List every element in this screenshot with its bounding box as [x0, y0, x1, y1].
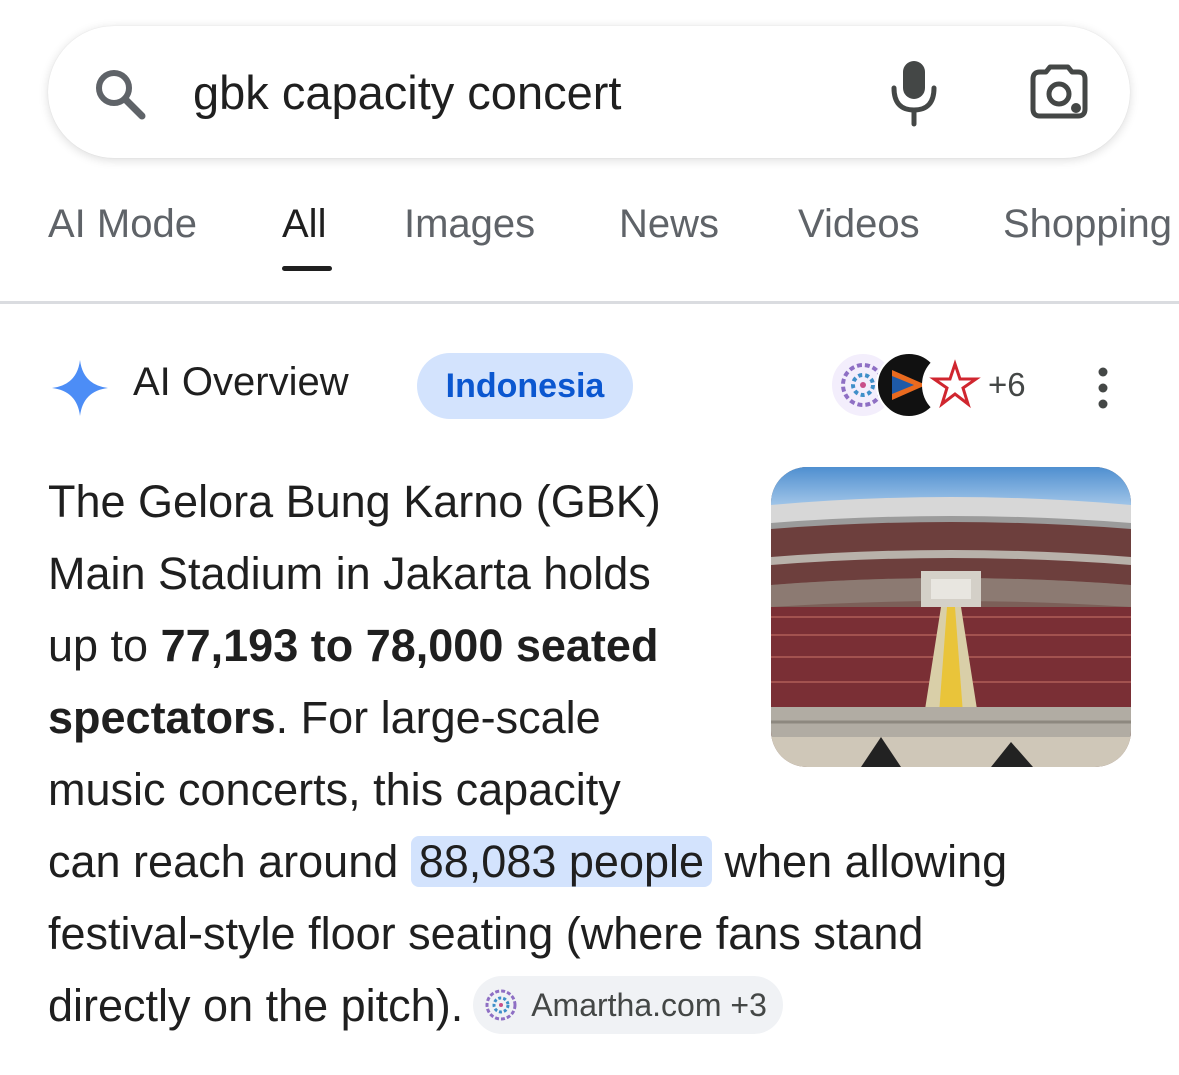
more-sources-count[interactable]: +6 [988, 366, 1026, 404]
citation-label: Amartha.com +3 [531, 987, 767, 1024]
overview-text: when allowing [712, 836, 1008, 887]
overview-line: Main Stadium in Jakarta holds [48, 548, 651, 599]
google-lens-icon[interactable] [1028, 64, 1090, 124]
amartha-logo-icon [485, 989, 517, 1021]
search-icon[interactable] [92, 66, 148, 122]
overview-line: festival-style floor seating (where fans… [48, 908, 924, 959]
tab-shopping[interactable]: Shopping [1003, 202, 1172, 247]
overview-line: directly on the pitch). Amartha.com +3 [48, 970, 1138, 1042]
tab-videos[interactable]: Videos [798, 202, 920, 247]
gemini-sparkle-icon [52, 360, 108, 416]
tab-news[interactable]: News [619, 202, 719, 247]
capacity-bold-text: 77,193 to 78,000 seated [160, 620, 659, 671]
highlighted-capacity[interactable]: 88,083 people [410, 836, 713, 887]
source-avatars[interactable] [830, 352, 990, 418]
tab-all[interactable]: All [282, 202, 326, 247]
overview-line: music concerts, this capacity [48, 764, 621, 815]
active-tab-indicator [282, 266, 332, 271]
citation-chip[interactable]: Amartha.com +3 [473, 976, 783, 1035]
ai-overview-text: The Gelora Bung Karno (GBK) Main Stadium… [48, 466, 1138, 1042]
overview-line: can reach around 88,083 people when allo… [48, 826, 1138, 898]
overview-text: can reach around [48, 836, 411, 887]
overview-text: . For large-scale [275, 692, 601, 743]
overview-line: up to 77,193 to 78,000 seated [48, 610, 1138, 682]
tab-ai-mode[interactable]: AI Mode [48, 202, 197, 247]
capacity-bold-text: spectators [48, 692, 276, 743]
search-bar[interactable] [48, 26, 1130, 158]
overview-text: up to [48, 620, 161, 671]
overview-line: spectators. For large-scale [48, 682, 1138, 754]
star-site-logo-icon [922, 352, 988, 418]
tabs-divider [0, 301, 1179, 304]
search-results-page: AI Mode All Images News Videos Shopping … [0, 0, 1179, 1075]
overview-line: The Gelora Bung Karno (GBK) [48, 476, 661, 527]
ai-overview-title: AI Overview [133, 360, 349, 404]
region-chip[interactable]: Indonesia [417, 353, 633, 419]
overview-text: directly on the pitch). [48, 980, 464, 1031]
search-tabs: AI Mode All Images News Videos Shopping [0, 180, 1179, 300]
tab-images[interactable]: Images [404, 202, 535, 247]
microphone-icon[interactable] [888, 58, 940, 128]
more-options-icon[interactable] [1088, 366, 1118, 410]
search-input[interactable] [193, 56, 833, 128]
